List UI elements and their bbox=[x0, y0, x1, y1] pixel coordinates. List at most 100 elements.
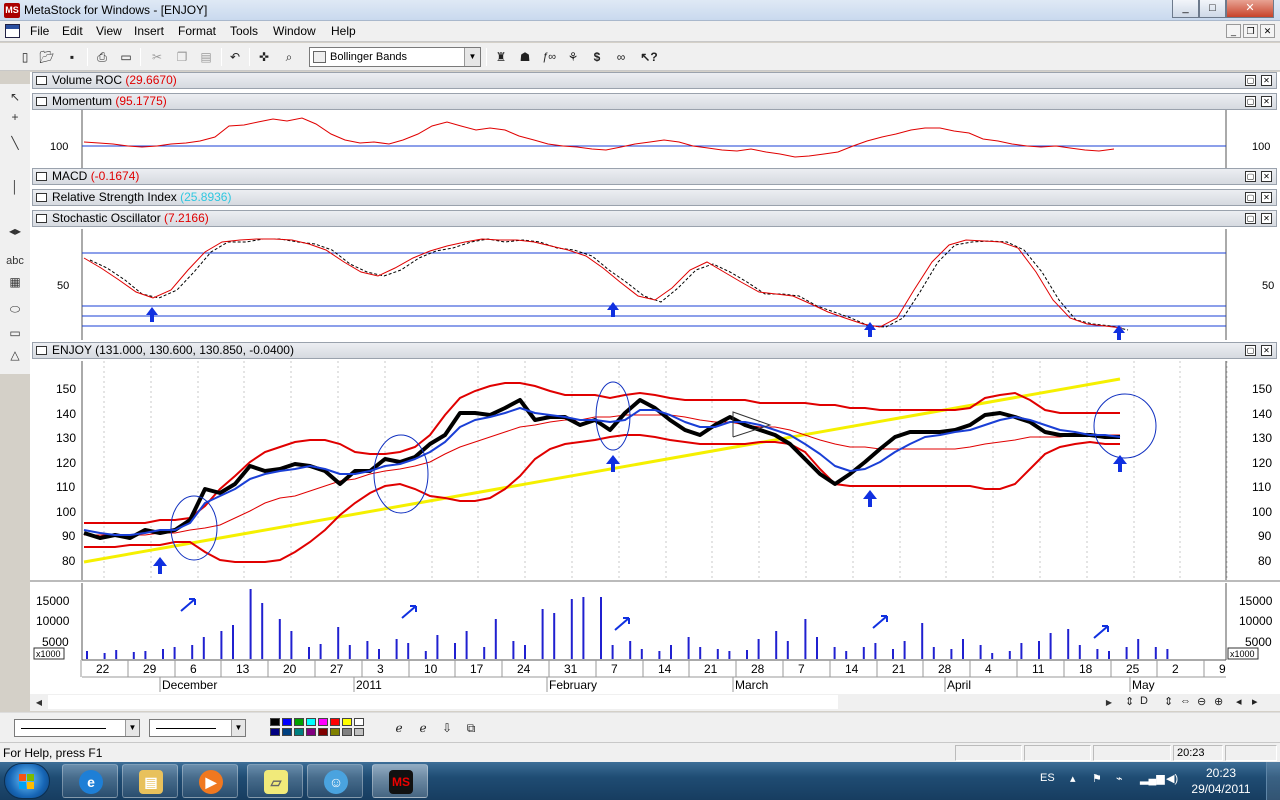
taskbar-messenger[interactable]: ☺ bbox=[307, 764, 363, 798]
chevron-down-icon[interactable]: ▼ bbox=[464, 48, 480, 66]
metastock-app-icon[interactable]: MS bbox=[4, 3, 20, 18]
document-icon[interactable] bbox=[5, 24, 20, 38]
color-swatch[interactable] bbox=[270, 728, 280, 736]
menu-file[interactable]: File bbox=[30, 24, 49, 38]
refresh-icon[interactable]: ⇕ bbox=[1125, 695, 1134, 708]
help-pointer-icon[interactable]: ↖? bbox=[640, 48, 658, 66]
language-indicator[interactable]: ES bbox=[1040, 772, 1055, 784]
chevron-down-icon[interactable]: ▼ bbox=[231, 720, 245, 736]
line-weight-select[interactable]: ▼ bbox=[149, 719, 246, 737]
taskbar-sticky-notes[interactable]: ▱ bbox=[247, 764, 303, 798]
paste-icon[interactable]: ▤ bbox=[197, 48, 215, 66]
new-icon[interactable]: ▯ bbox=[16, 48, 34, 66]
tray-expand-icon[interactable]: ▴ bbox=[1070, 772, 1076, 785]
date-label: 21 bbox=[892, 662, 906, 676]
ie-link-icon[interactable]: ℯ bbox=[414, 719, 432, 737]
dollar-icon[interactable]: $ bbox=[588, 48, 606, 66]
show-desktop-button[interactable] bbox=[1266, 762, 1280, 800]
color-swatch[interactable] bbox=[342, 728, 352, 736]
export-icon[interactable]: ⇩ bbox=[438, 719, 456, 737]
expert-icon[interactable]: ♜ bbox=[492, 48, 510, 66]
close-button[interactable]: ✕ bbox=[1226, 0, 1274, 18]
daily-periodicity-button[interactable]: D bbox=[1140, 695, 1148, 707]
scroll-forward-icon[interactable]: ▸ bbox=[1252, 695, 1258, 708]
zoom-plus-icon[interactable]: ⊕ bbox=[1214, 695, 1223, 708]
scroll-thumb[interactable] bbox=[48, 695, 838, 709]
zoom-minus-icon[interactable]: ⊖ bbox=[1197, 695, 1206, 708]
binoculars-icon[interactable]: ∞ bbox=[612, 48, 630, 66]
color-swatch[interactable] bbox=[318, 728, 328, 736]
print-preview-icon[interactable]: ▭ bbox=[117, 48, 135, 66]
horizontal-scrollbar[interactable]: ◀ ▶ ⇕ D ⇕ ⇔ ⊖ ⊕ ◂ ▸ bbox=[30, 694, 1280, 711]
vertical-line-icon[interactable]: │ bbox=[5, 178, 25, 196]
power-icon[interactable]: ⌁ bbox=[1116, 772, 1123, 785]
network-warning-icon[interactable]: ⚑ bbox=[1092, 772, 1102, 785]
zoom-in-out-icon[interactable]: ⇔ bbox=[1180, 695, 1191, 707]
open-icon[interactable]: 📂︎ bbox=[38, 48, 56, 66]
start-button[interactable] bbox=[4, 763, 50, 799]
system-clock[interactable]: 20:23 29/04/2011 bbox=[1190, 765, 1252, 797]
taskbar-metastock[interactable]: MS bbox=[372, 764, 428, 798]
color-swatch[interactable] bbox=[306, 718, 316, 726]
color-swatch[interactable] bbox=[294, 728, 304, 736]
menu-edit[interactable]: Edit bbox=[62, 24, 83, 38]
menu-window[interactable]: Window bbox=[273, 24, 316, 38]
print-icon[interactable]: ⎙ bbox=[93, 48, 111, 66]
undo-icon[interactable]: ↶ bbox=[226, 48, 244, 66]
color-swatch[interactable] bbox=[354, 728, 364, 736]
mdi-close-button[interactable]: ✕ bbox=[1260, 24, 1275, 38]
color-swatch[interactable] bbox=[330, 728, 340, 736]
color-swatch[interactable] bbox=[330, 718, 340, 726]
scroll-right-icon[interactable]: ▶ bbox=[1102, 696, 1116, 709]
chart-canvas[interactable]: 100 100 50 50 150 140 130 120 110 100 90… bbox=[30, 72, 1280, 694]
color-swatch[interactable] bbox=[306, 728, 316, 736]
arrow-icon[interactable]: ↖ bbox=[5, 88, 25, 106]
line-icon[interactable]: ╲ bbox=[5, 134, 25, 152]
horizontal-scroll-icon[interactable]: ◂▸ bbox=[5, 222, 25, 240]
indicator-select[interactable]: Bollinger Bands ▼ bbox=[309, 47, 481, 67]
minimize-button[interactable]: _ bbox=[1172, 0, 1199, 18]
triangle-icon[interactable]: △ bbox=[5, 346, 25, 364]
taskbar-file-explorer[interactable]: ▤ bbox=[122, 764, 178, 798]
taskbar-internet-explorer[interactable]: e bbox=[62, 764, 118, 798]
volume-icon[interactable]: ◀) bbox=[1166, 772, 1178, 785]
zoom-out-icon[interactable]: ⇕ bbox=[1164, 695, 1173, 708]
mdi-restore-button[interactable]: ❐ bbox=[1243, 24, 1258, 38]
text-icon[interactable]: abc bbox=[5, 252, 25, 270]
color-swatch[interactable] bbox=[282, 718, 292, 726]
explorer-icon[interactable]: ☗ bbox=[516, 48, 534, 66]
rectangle-icon[interactable]: ▭ bbox=[5, 324, 25, 342]
save-icon[interactable]: ▪ bbox=[63, 48, 81, 66]
line-style-select[interactable]: ▼ bbox=[14, 719, 140, 737]
color-swatch[interactable] bbox=[354, 718, 364, 726]
menu-tools[interactable]: Tools bbox=[230, 24, 258, 38]
mdi-minimize-button[interactable]: _ bbox=[1226, 24, 1241, 38]
color-swatch[interactable] bbox=[342, 718, 352, 726]
menu-help[interactable]: Help bbox=[331, 24, 356, 38]
grid-icon[interactable]: ▦ bbox=[5, 273, 25, 291]
menu-format[interactable]: Format bbox=[178, 24, 216, 38]
taskbar-media-player[interactable]: ▶ bbox=[182, 764, 238, 798]
color-swatch[interactable] bbox=[270, 718, 280, 726]
cut-icon[interactable]: ✂ bbox=[148, 48, 166, 66]
system-tester-icon[interactable]: ⚘ bbox=[564, 48, 582, 66]
signal-icon[interactable]: ▂▄▆ bbox=[1140, 772, 1165, 785]
color-swatch[interactable] bbox=[294, 718, 304, 726]
zoom-icon[interactable]: ⌕ bbox=[280, 48, 298, 66]
chevron-down-icon[interactable]: ▼ bbox=[125, 720, 139, 736]
copy-chart-icon[interactable]: ⧉ bbox=[462, 719, 480, 737]
scroll-back-icon[interactable]: ◂ bbox=[1236, 695, 1242, 708]
scroll-left-icon[interactable]: ◀ bbox=[32, 696, 46, 709]
menu-view[interactable]: View bbox=[96, 24, 122, 38]
crosshair-icon[interactable]: ✜ bbox=[255, 48, 273, 66]
copy-icon[interactable]: ❐ bbox=[173, 48, 191, 66]
color-swatch[interactable] bbox=[282, 728, 292, 736]
ie-link-icon[interactable]: ℯ bbox=[390, 719, 408, 737]
cross-icon[interactable]: + bbox=[5, 108, 25, 126]
ellipse-icon[interactable]: ⬭ bbox=[5, 300, 25, 318]
color-swatch[interactable] bbox=[318, 718, 328, 726]
volume-bar bbox=[874, 643, 877, 659]
formula-icon[interactable]: ƒ∞ bbox=[540, 48, 558, 66]
menu-insert[interactable]: Insert bbox=[134, 24, 164, 38]
restore-button[interactable]: □ bbox=[1199, 0, 1226, 18]
